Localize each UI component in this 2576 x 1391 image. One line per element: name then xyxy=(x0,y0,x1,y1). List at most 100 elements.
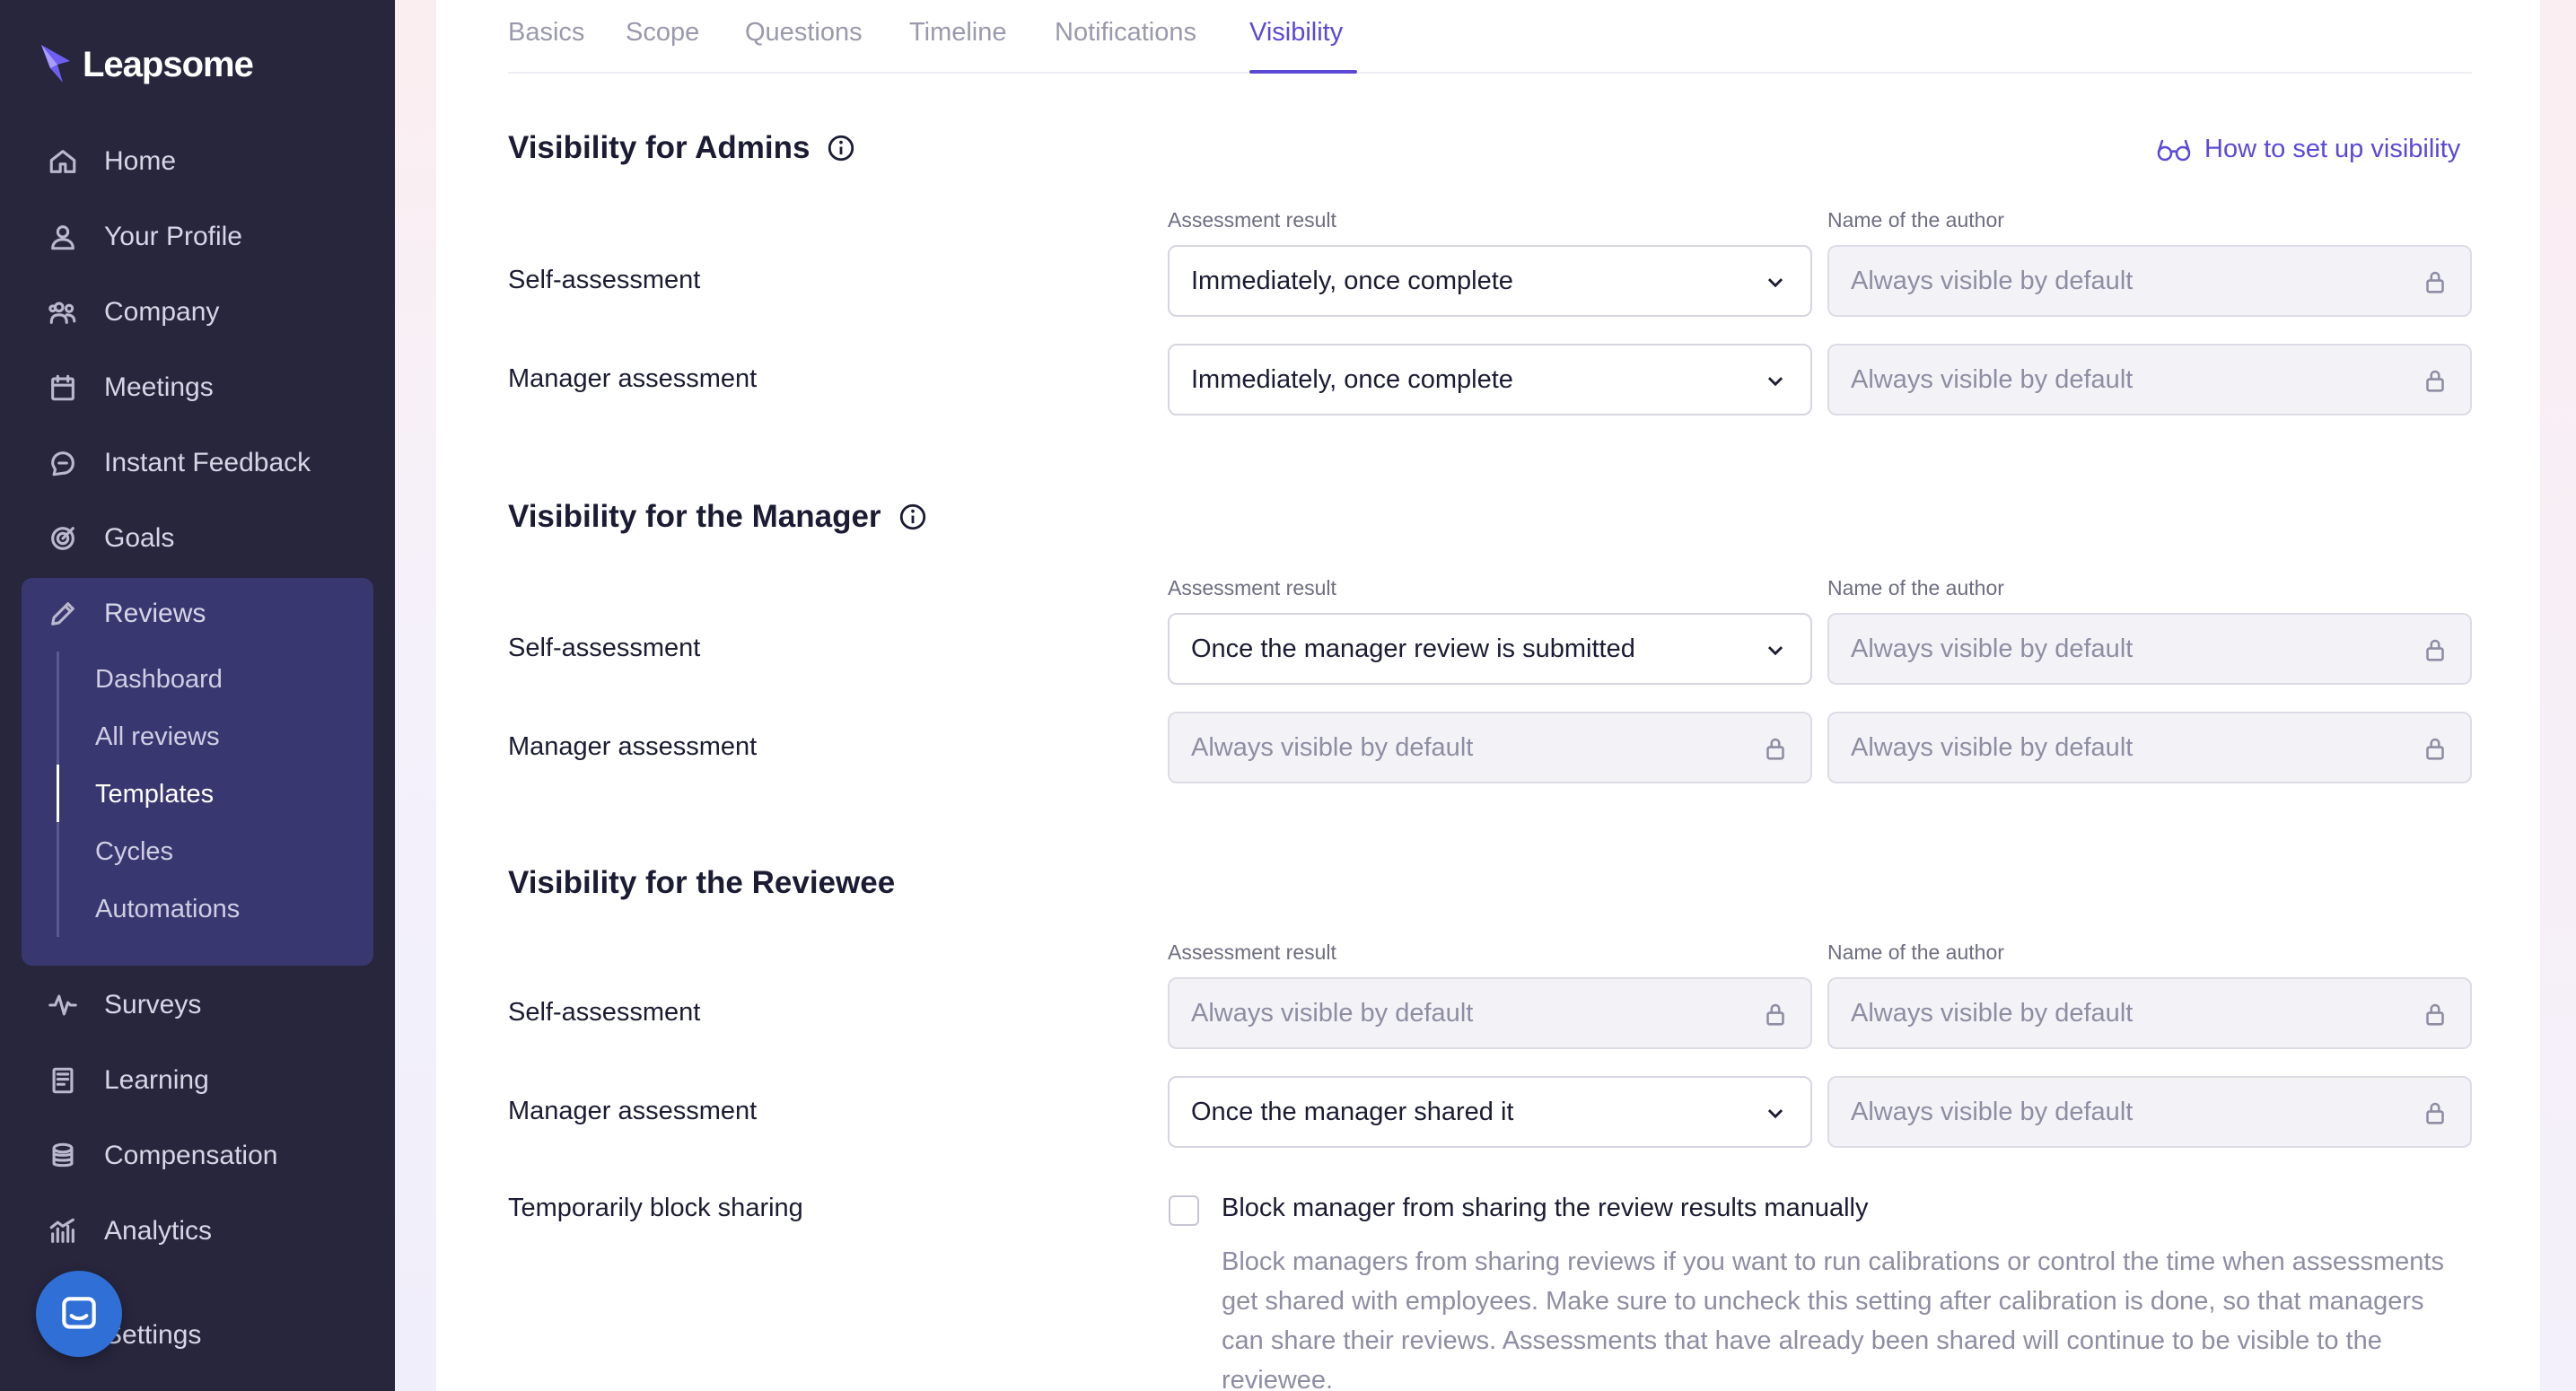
pencil-icon xyxy=(45,596,81,632)
tab-notifications[interactable]: Notifications xyxy=(1055,18,1196,48)
row-label: Self-assessment xyxy=(508,634,701,662)
sidebar-item-reviews[interactable]: Reviews xyxy=(22,583,373,644)
reviewee-self-result-field: Always visible by default xyxy=(1168,977,1812,1049)
logo[interactable]: Leapsome xyxy=(38,41,254,88)
calendar-icon xyxy=(45,370,81,406)
sidebar-subitem-all-reviews[interactable]: All reviews xyxy=(95,714,220,759)
sidebar: Leapsome Home Your Profile Company Meeti… xyxy=(0,0,395,1391)
book-icon xyxy=(45,1063,81,1098)
lock-icon xyxy=(2426,1003,2444,1026)
background-strip xyxy=(395,0,436,1391)
info-icon[interactable] xyxy=(898,502,928,532)
row-label: Self-assessment xyxy=(508,266,701,294)
lock-icon xyxy=(2426,1102,2444,1124)
tab-scope[interactable]: Scope xyxy=(626,18,699,48)
block-sharing-description: Block managers from sharing reviews if y… xyxy=(1222,1247,2444,1391)
column-label-result: Assessment result xyxy=(1168,208,1336,232)
chevron-down-icon xyxy=(1767,646,1783,656)
reviewee-manager-author-field: Always visible by default xyxy=(1827,1076,2472,1148)
sidebar-item-analytics[interactable]: Analytics xyxy=(22,1201,373,1262)
support-chat-button[interactable] xyxy=(36,1271,122,1357)
lock-icon xyxy=(2426,271,2444,293)
lock-icon xyxy=(2426,738,2444,760)
sidebar-item-goals[interactable]: Goals xyxy=(22,508,373,569)
lock-icon xyxy=(2426,639,2444,661)
users-icon xyxy=(45,294,81,330)
sidebar-item-label: Reviews xyxy=(104,599,206,628)
manager-manager-result-field: Always visible by default xyxy=(1168,712,1812,783)
submenu-active-indicator xyxy=(57,765,59,822)
coins-icon xyxy=(45,1138,81,1174)
column-label-result: Assessment result xyxy=(1168,940,1336,964)
admins-manager-result-select[interactable]: Immediately, once complete xyxy=(1168,344,1812,416)
section-title-admins: Visibility for Admins xyxy=(508,130,856,166)
admins-manager-author-field: Always visible by default xyxy=(1827,344,2472,416)
leapsome-logo-icon xyxy=(41,45,70,83)
column-label-author: Name of the author xyxy=(1827,208,2004,232)
chevron-down-icon xyxy=(1767,1109,1783,1119)
row-label: Manager assessment xyxy=(508,1097,758,1125)
tab-timeline[interactable]: Timeline xyxy=(909,18,1007,48)
sidebar-item-label: Your Profile xyxy=(104,222,242,251)
tab-bar: Basics Scope Questions Timeline Notifica… xyxy=(508,0,2472,74)
block-sharing-checkbox[interactable] xyxy=(1169,1195,1199,1226)
column-label-author: Name of the author xyxy=(1827,940,2004,964)
chevron-down-icon xyxy=(1767,377,1783,387)
active-tab-indicator xyxy=(1249,70,1357,74)
background-strip-right xyxy=(2540,0,2576,1391)
tab-basics[interactable]: Basics xyxy=(508,18,584,48)
sidebar-item-label: Analytics xyxy=(104,1216,213,1246)
chart-icon xyxy=(45,1213,81,1249)
sidebar-item-home[interactable]: Home xyxy=(22,131,373,192)
admins-self-author-field: Always visible by default xyxy=(1827,245,2472,317)
lock-icon xyxy=(1766,738,1784,760)
sidebar-item-label: Learning xyxy=(104,1065,209,1095)
pulse-icon xyxy=(45,987,81,1023)
sidebar-item-your-profile[interactable]: Your Profile xyxy=(22,206,373,267)
glasses-icon xyxy=(2157,139,2191,161)
home-icon xyxy=(45,144,81,179)
admins-self-result-select[interactable]: Immediately, once complete xyxy=(1168,245,1812,317)
manager-manager-author-field: Always visible by default xyxy=(1827,712,2472,783)
how-to-link[interactable]: How to set up visibility xyxy=(2156,135,2460,164)
sidebar-subitem-cycles[interactable]: Cycles xyxy=(95,829,173,874)
manager-self-result-select[interactable]: Once the manager review is submitted xyxy=(1168,613,1812,685)
sidebar-item-meetings[interactable]: Meetings xyxy=(22,357,373,418)
tab-visibility[interactable]: Visibility xyxy=(1249,18,1343,48)
tab-questions[interactable]: Questions xyxy=(745,18,863,48)
user-icon xyxy=(45,219,81,255)
sidebar-item-surveys[interactable]: Surveys xyxy=(22,975,373,1036)
chevron-down-icon xyxy=(1767,278,1783,288)
lock-icon xyxy=(2426,370,2444,392)
manager-self-author-field: Always visible by default xyxy=(1827,613,2472,685)
target-icon xyxy=(45,521,81,556)
sidebar-item-instant-feedback[interactable]: Instant Feedback xyxy=(22,433,373,494)
block-sharing-checkbox-label[interactable]: Block manager from sharing the review re… xyxy=(1222,1194,1868,1223)
section-title-manager: Visibility for the Manager xyxy=(508,499,928,535)
row-label: Self-assessment xyxy=(508,998,701,1027)
sidebar-subitem-templates[interactable]: Templates xyxy=(95,772,214,817)
chat-icon xyxy=(45,445,81,481)
sidebar-item-compensation[interactable]: Compensation xyxy=(22,1125,373,1186)
section-title-reviewee: Visibility for the Reviewee xyxy=(508,865,896,900)
info-icon[interactable] xyxy=(826,133,856,163)
sidebar-item-label: Surveys xyxy=(104,990,202,1019)
chat-bubble-icon xyxy=(62,1297,96,1329)
sidebar-item-label: Home xyxy=(104,146,177,176)
reviewee-manager-result-select[interactable]: Once the manager shared it xyxy=(1168,1076,1812,1148)
sidebar-subitem-automations[interactable]: Automations xyxy=(95,887,240,932)
row-label: Manager assessment xyxy=(508,732,758,761)
lock-icon xyxy=(1766,1003,1784,1026)
sidebar-item-label: Instant Feedback xyxy=(104,448,311,477)
column-label-result: Assessment result xyxy=(1168,576,1336,599)
sidebar-item-learning[interactable]: Learning xyxy=(22,1050,373,1111)
sidebar-item-company[interactable]: Company xyxy=(22,282,373,343)
block-sharing-label: Temporarily block sharing xyxy=(508,1194,803,1222)
sidebar-item-label: Goals xyxy=(104,523,175,553)
logo-text: Leapsome xyxy=(83,44,254,84)
column-label-author: Name of the author xyxy=(1827,576,2004,599)
sidebar-subitem-dashboard[interactable]: Dashboard xyxy=(95,657,223,702)
row-label: Manager assessment xyxy=(508,364,758,393)
reviewee-self-author-field: Always visible by default xyxy=(1827,977,2472,1049)
sidebar-item-label: Company xyxy=(104,297,220,327)
